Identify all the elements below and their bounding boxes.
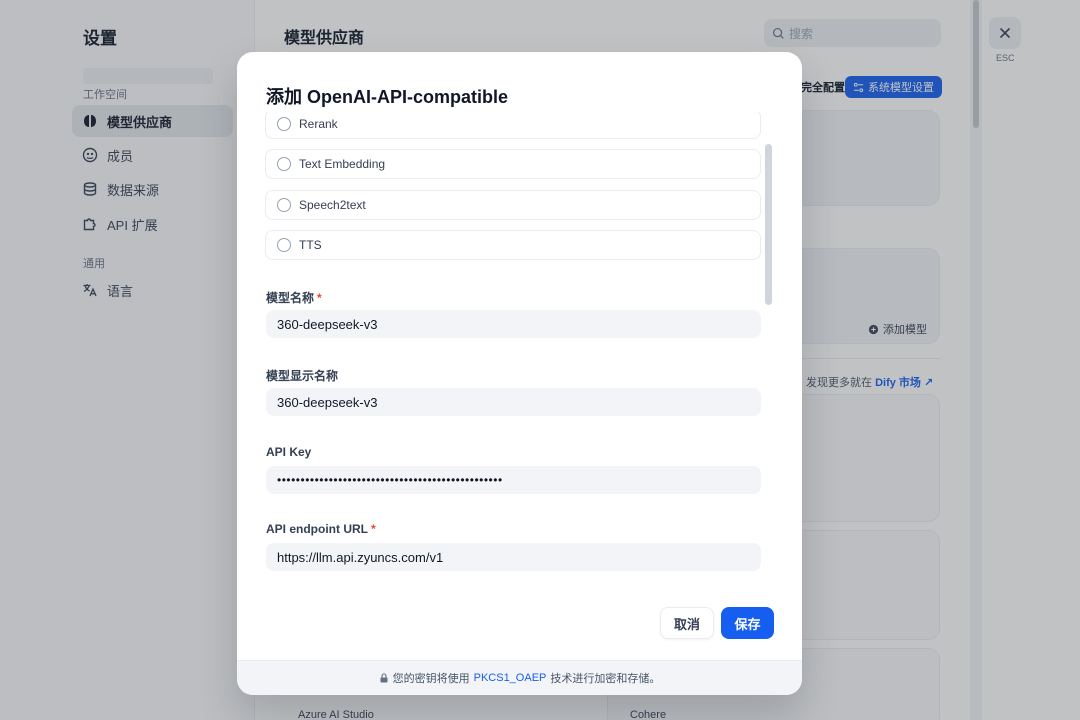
model-type-option-tts[interactable]: TTS [265,230,761,260]
endpoint-url-label: API endpoint URL * [266,522,376,536]
api-key-label: API Key [266,445,312,459]
encryption-notice: 您的密钥将使用 PKCS1_OAEP 技术进行加密和存储。 [237,660,802,695]
radio-button[interactable] [277,117,291,131]
required-mark: * [317,291,322,305]
model-type-option-speech2text[interactable]: Speech2text [265,190,761,220]
api-key-input[interactable] [266,466,761,494]
radio-button[interactable] [277,238,291,252]
dialog-scrollbar[interactable] [764,112,772,587]
model-type-option-rerank[interactable]: Rerank [265,112,761,139]
label-text: API endpoint URL [266,522,368,536]
notice-prefix: 您的密钥将使用 [392,673,470,685]
label-text: 模型名称 [266,291,315,305]
option-label: Text Embedding [299,157,386,171]
radio-button[interactable] [277,157,291,171]
dialog-title: 添加 OpenAI-API-compatible [266,87,509,107]
model-name-input[interactable] [266,310,761,338]
dialog-form: Rerank Text Embedding Speech2text TTS 模型… [265,112,774,587]
pkcs-link[interactable]: PKCS1_OAEP [474,672,547,684]
endpoint-url-input[interactable] [266,543,761,571]
radio-button[interactable] [277,198,291,212]
cancel-button[interactable]: 取消 [660,607,714,639]
save-button[interactable]: 保存 [721,607,774,639]
notice-suffix: 技术进行加密和存储。 [550,673,661,685]
option-label: Rerank [299,117,338,131]
lock-icon [380,673,388,683]
model-type-option-text-embedding[interactable]: Text Embedding [265,149,761,179]
display-name-input[interactable] [266,388,761,416]
required-mark: * [371,522,376,536]
add-model-dialog: 添加 OpenAI-API-compatible Rerank Text Emb… [237,52,802,695]
model-name-label: 模型名称 * [266,289,322,306]
scrollbar-thumb[interactable] [765,144,772,305]
display-name-label: 模型显示名称 [266,369,339,383]
option-label: Speech2text [299,198,366,212]
option-label: TTS [299,238,322,252]
